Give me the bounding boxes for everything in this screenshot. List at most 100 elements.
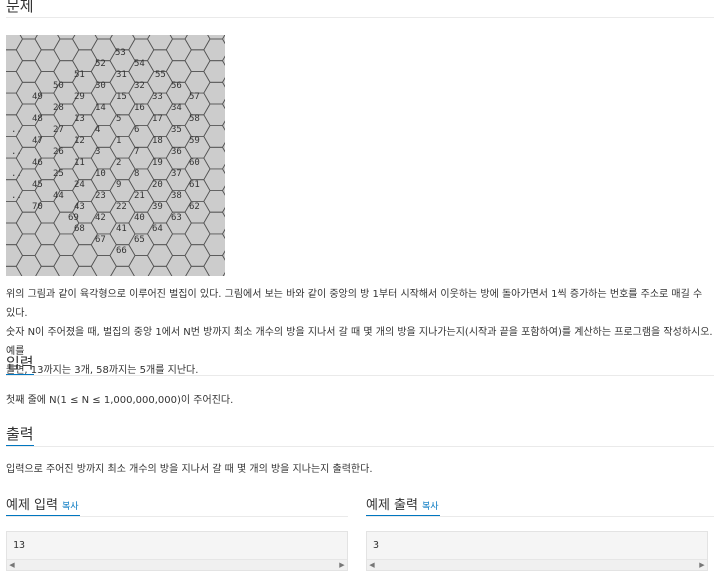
sample-output-scrollbar[interactable]: ◀ ▶ <box>367 559 707 570</box>
hex-cell <box>94 35 113 40</box>
room-label: 33 <box>152 92 163 102</box>
scroll-right-icon[interactable]: ▶ <box>337 560 347 570</box>
hex-cell <box>147 244 173 267</box>
hex-cell <box>184 71 211 94</box>
room-label: 64 <box>152 224 163 234</box>
room-label: 37 <box>171 169 182 179</box>
sample-output-value: 3 <box>373 540 380 551</box>
hex-cell <box>203 60 225 83</box>
hex-cell <box>34 49 61 72</box>
hex-cell <box>15 38 42 62</box>
room-label: 30 <box>95 81 106 91</box>
room-label: 69 <box>68 213 79 223</box>
room-label: 21 <box>134 191 145 201</box>
room-label: 47 <box>32 136 43 146</box>
input-rule <box>6 375 714 376</box>
copy-output-button[interactable]: 복사 <box>422 502 439 512</box>
hex-cell <box>34 244 61 267</box>
hex-cell <box>128 38 155 62</box>
room-label: .. <box>11 169 22 179</box>
room-label: 27 <box>53 125 64 135</box>
hex-cell <box>15 233 42 256</box>
sample-output-header: 예제 출력 복사 <box>366 494 439 513</box>
hex-cell <box>109 179 136 202</box>
hex-cell <box>184 244 211 267</box>
output-description: 입력으로 주어진 방까지 최소 개수의 방을 지나서 갈 때 몇 개의 방을 지… <box>6 464 373 475</box>
room-label: 44 <box>53 191 64 201</box>
problem-rule <box>6 17 714 18</box>
sample-input-scrollbar[interactable]: ◀ ▶ <box>7 559 347 570</box>
hex-cell <box>222 142 225 153</box>
room-label: 65 <box>134 235 145 245</box>
hex-cell <box>6 71 23 94</box>
hex-cell <box>72 244 98 267</box>
room-label: 39 <box>152 202 163 212</box>
hex-cell <box>19 35 38 40</box>
room-label: 36 <box>171 147 182 157</box>
hex-cell <box>6 222 23 246</box>
sample-input-rule <box>6 516 348 517</box>
hex-cell <box>132 35 151 40</box>
hex-cell <box>6 244 23 267</box>
description-line-3: 들면, 13까지는 3개, 58까지는 5개를 지난다. <box>6 365 199 376</box>
hex-cell <box>6 200 23 224</box>
hex-cell <box>222 250 225 261</box>
room-label: 23 <box>95 191 106 201</box>
room-label: .. <box>11 125 22 135</box>
room-label: 7 <box>134 147 139 157</box>
room-label: 18 <box>152 136 163 146</box>
room-label: 8 <box>134 169 139 179</box>
room-label: 22 <box>116 202 127 212</box>
room-label: 57 <box>189 92 200 102</box>
room-label: 1 <box>116 136 121 146</box>
room-label: 42 <box>95 213 106 223</box>
room-label: 59 <box>189 136 200 146</box>
hex-cell <box>203 38 225 62</box>
hex-cell <box>109 157 136 181</box>
hex-cell <box>109 114 136 137</box>
room-label: 11 <box>74 158 85 168</box>
room-label: 48 <box>32 114 43 124</box>
copy-input-button[interactable]: 복사 <box>62 502 79 512</box>
scroll-left-icon[interactable]: ◀ <box>7 560 17 570</box>
input-title: 입력 <box>6 354 34 372</box>
hex-cell <box>222 272 225 276</box>
hex-cell <box>203 103 225 126</box>
problem-title: 문제 <box>6 0 34 15</box>
hex-cell <box>184 49 211 72</box>
room-label: 31 <box>116 70 127 80</box>
sample-input-box[interactable]: 13 ◀ ▶ <box>6 531 348 571</box>
hex-cell <box>222 185 225 196</box>
hex-cell <box>72 49 98 72</box>
room-label: 25 <box>53 169 64 179</box>
sample-output-box[interactable]: 3 ◀ ▶ <box>366 531 708 571</box>
hex-cell <box>90 38 117 62</box>
hex-cell <box>203 81 225 105</box>
hex-cell <box>222 228 225 239</box>
room-label: 70 <box>32 202 43 212</box>
input-description: 첫째 줄에 N(1 ≤ N ≤ 1,000,000,000)이 주어진다. <box>6 395 234 406</box>
room-label: 34 <box>171 103 182 113</box>
hex-cell <box>203 211 225 235</box>
scroll-left-icon[interactable]: ◀ <box>367 560 377 570</box>
room-label: 17 <box>152 114 163 124</box>
room-label: 58 <box>189 114 200 124</box>
hex-cell <box>203 146 225 170</box>
hex-cell <box>6 35 23 51</box>
room-label: 51 <box>74 70 85 80</box>
room-label: 26 <box>53 147 64 157</box>
room-label: 46 <box>32 158 43 168</box>
description-line-1: 위의 그림과 같이 육각형으로 이루어진 벌집이 있다. 그림에서 보는 바와 … <box>6 289 703 319</box>
room-label: 67 <box>95 235 106 245</box>
room-label: 54 <box>134 59 145 69</box>
hex-cell <box>128 168 155 192</box>
room-label: 45 <box>32 180 43 190</box>
room-label: 9 <box>116 180 121 190</box>
room-label: 53 <box>115 48 126 58</box>
sample-input-header: 예제 입력 복사 <box>6 494 79 513</box>
sample-output-rule <box>366 516 714 517</box>
hex-cell <box>165 233 192 256</box>
scroll-right-icon[interactable]: ▶ <box>697 560 707 570</box>
hex-cell <box>53 38 80 62</box>
hex-cell <box>147 49 173 72</box>
